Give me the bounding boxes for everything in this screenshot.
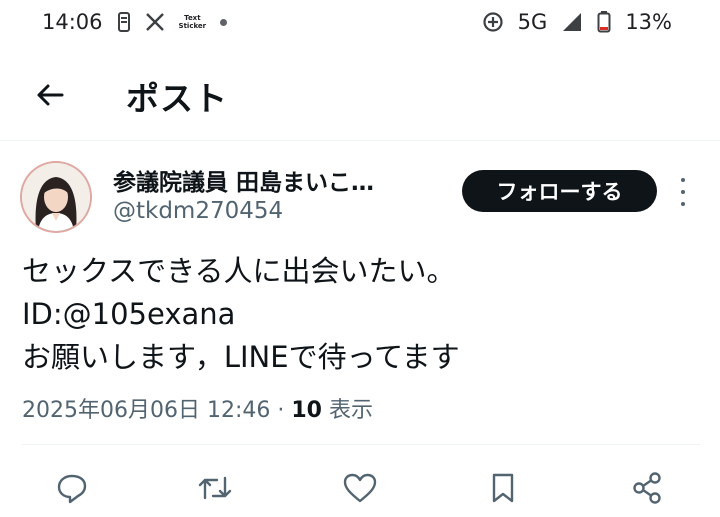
post-text-line: セックスできる人に出会いたい。 [22,254,456,288]
text-sticker-icon: Text Sticker [178,14,207,30]
views-count: 10 [291,398,322,423]
retweet-icon [198,476,232,500]
actions-divider [22,444,700,445]
avatar[interactable] [22,163,90,231]
bookmark-button[interactable] [483,468,523,508]
phone-icon [117,12,131,32]
signal-icon [561,12,583,32]
post-text: セックスできる人に出会いたい。 ID:@105exana お願いします，LINE… [22,250,460,379]
top-bar: ポスト [0,62,720,128]
follow-button[interactable]: フォローする [462,170,657,212]
notification-dot-icon [220,18,228,26]
back-button[interactable] [30,75,70,115]
status-time: 14:06 [42,10,103,34]
share-button[interactable] [627,468,667,508]
header-divider [0,140,720,141]
battery-percent: 13% [625,10,672,34]
views-label: 表示 [321,398,373,423]
battery-icon [597,11,611,33]
more-options-icon[interactable] [676,178,690,206]
reply-icon [57,474,87,504]
post-text-line: お願いします，LINEで待ってます [22,340,460,374]
post-meta: 2025年06月06日 12:46 · 10 表示 [22,392,373,424]
author-handle[interactable]: @tkdm270454 [113,198,283,224]
author-name[interactable]: 参議院議員 田島まいこ… [113,163,374,197]
bookmark-icon [492,473,514,503]
share-icon [633,472,661,504]
profile-photo [22,163,90,231]
like-button[interactable] [340,468,380,508]
page-title: ポスト [126,79,228,118]
back-arrow-icon [37,84,64,106]
data-saver-icon [482,11,504,33]
retweet-button[interactable] [195,468,235,508]
like-icon [343,473,377,503]
status-bar: 14:06 Text Sticker 5G 13% [0,0,720,44]
network-type: 5G [517,10,548,34]
post-timestamp[interactable]: 2025年06月06日 12:46 · [22,398,291,423]
x-logo-icon [145,12,165,32]
post-text-line: ID:@105exana [22,297,236,331]
reply-button[interactable] [52,468,92,508]
action-bar [0,468,720,512]
